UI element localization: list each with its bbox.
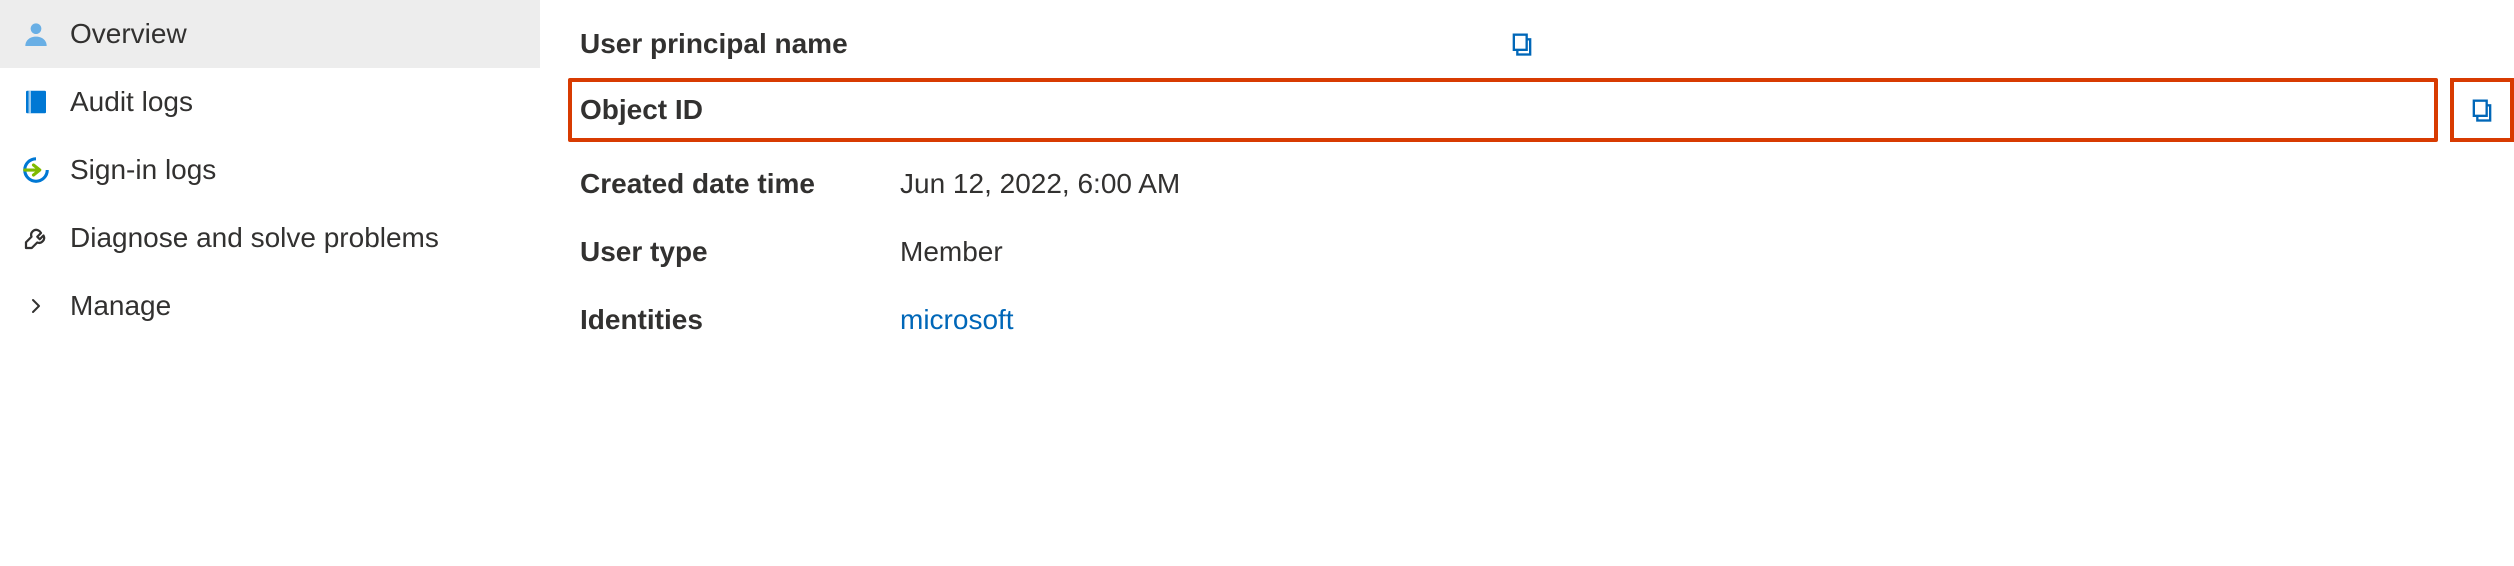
user-details-panel: User principal name Object ID Created da… [540,0,2514,566]
sidebar-item-label: Audit logs [70,86,193,118]
book-icon [18,84,54,120]
sidebar-item-label: Overview [70,18,187,50]
sidebar-item-label: Diagnose and solve problems [70,222,439,254]
user-type-row: User type Member [580,218,2514,286]
user-type-value: Member [900,236,2514,268]
user-type-label: User type [580,236,900,268]
chevron-right-icon [18,288,54,324]
sidebar-item-manage[interactable]: Manage [0,272,540,340]
created-date-label: Created date time [580,168,900,200]
object-id-label: Object ID [580,94,900,126]
sidebar-item-diagnose[interactable]: Diagnose and solve problems [0,204,540,272]
signin-icon [18,152,54,188]
sidebar-item-audit-logs[interactable]: Audit logs [0,68,540,136]
sidebar: Overview Audit logs Sign-in logs Diagnos… [0,0,540,566]
user-icon [18,16,54,52]
sidebar-item-label: Sign-in logs [70,154,216,186]
identities-value[interactable]: microsoft [900,304,2514,336]
created-date-row: Created date time Jun 12, 2022, 6:00 AM [580,150,2514,218]
copy-user-principal-name-button[interactable] [1504,26,1540,62]
object-id-row-highlight: Object ID [568,78,2438,142]
object-id-row: Object ID [580,82,2434,138]
user-principal-name-label: User principal name [580,28,900,60]
created-date-value: Jun 12, 2022, 6:00 AM [900,168,2514,200]
sidebar-item-signin-logs[interactable]: Sign-in logs [0,136,540,204]
sidebar-item-label: Manage [70,290,171,322]
identities-label: Identities [580,304,900,336]
copy-object-id-button[interactable] [2450,78,2514,142]
identities-row: Identities microsoft [580,286,2514,354]
user-principal-name-row: User principal name [580,10,1484,78]
wrench-icon [18,220,54,256]
sidebar-item-overview[interactable]: Overview [0,0,540,68]
